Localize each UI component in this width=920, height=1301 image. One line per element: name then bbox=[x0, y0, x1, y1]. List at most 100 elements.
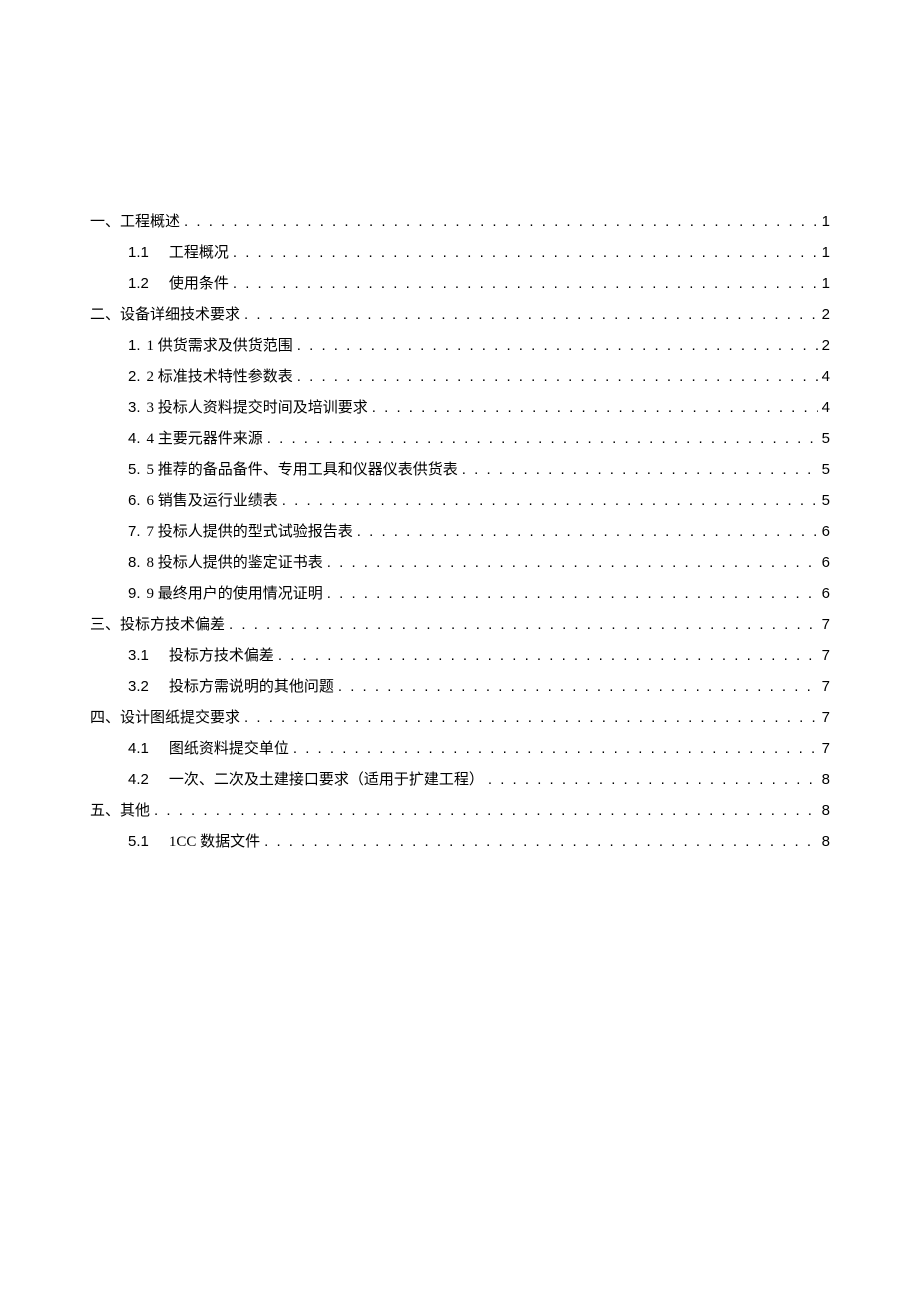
toc-entry-number: 9. bbox=[128, 585, 141, 602]
toc-page-number: 6 bbox=[822, 554, 830, 571]
toc-entry-title: 1CC 数据文件 bbox=[169, 830, 260, 851]
toc-entry-number: 4. bbox=[128, 430, 141, 447]
toc-entry: 二、设备详细技术要求. . . . . . . . . . . . . . . … bbox=[90, 303, 830, 324]
table-of-contents: 一、工程概述. . . . . . . . . . . . . . . . . … bbox=[90, 210, 830, 851]
toc-page-number: 1 bbox=[822, 213, 830, 230]
toc-entry: 四、设计图纸提交要求. . . . . . . . . . . . . . . … bbox=[90, 706, 830, 727]
toc-entry-number: 1.2 bbox=[128, 275, 149, 292]
toc-page-number: 4 bbox=[822, 399, 830, 416]
toc-page-number: 8 bbox=[822, 802, 830, 819]
toc-entry: 1.1 工程概况. . . . . . . . . . . . . . . . .… bbox=[128, 241, 830, 262]
toc-entry-title: 使用条件 bbox=[169, 272, 229, 293]
toc-entry-title: 2 标准技术特性参数表 bbox=[147, 365, 293, 386]
toc-entry-title: 8 投标人提供的鉴定证书表 bbox=[147, 551, 323, 572]
toc-leader-dots: . . . . . . . . . . . . . . . . . . . . … bbox=[233, 275, 818, 292]
toc-leader-dots: . . . . . . . . . . . . . . . . . . . . … bbox=[267, 430, 818, 447]
toc-entry-title: 9 最终用户的使用情况证明 bbox=[147, 582, 323, 603]
toc-page-number: 4 bbox=[822, 368, 830, 385]
toc-entry: 4. 4 主要元器件来源. . . . . . . . . . . . . . .… bbox=[128, 427, 830, 448]
toc-leader-dots: . . . . . . . . . . . . . . . . . . . . … bbox=[327, 554, 818, 571]
toc-page-number: 5 bbox=[822, 461, 830, 478]
toc-leader-dots: . . . . . . . . . . . . . . . . . . . . … bbox=[293, 740, 818, 757]
toc-leader-dots: . . . . . . . . . . . . . . . . . . . . … bbox=[244, 709, 818, 726]
toc-entry: 一、工程概述. . . . . . . . . . . . . . . . . … bbox=[90, 210, 830, 231]
toc-leader-dots: . . . . . . . . . . . . . . . . . . . . … bbox=[462, 461, 818, 478]
toc-entry: 3.1 投标方技术偏差. . . . . . . . . . . . . . . … bbox=[128, 644, 830, 665]
toc-entry-number: 3.1 bbox=[128, 647, 149, 664]
toc-entry-number: 5. bbox=[128, 461, 141, 478]
toc-entry: 5.1 1CC 数据文件. . . . . . . . . . . . . . .… bbox=[128, 830, 830, 851]
toc-section-prefix: 三、 bbox=[90, 613, 120, 634]
toc-entry-number: 1.1 bbox=[128, 244, 149, 261]
toc-page-number: 7 bbox=[822, 616, 830, 633]
toc-entry-title: 5 推荐的备品备件、专用工具和仪器仪表供货表 bbox=[147, 458, 458, 479]
toc-entry: 三、投标方技术偏差. . . . . . . . . . . . . . . .… bbox=[90, 613, 830, 634]
toc-entry-title: 设备详细技术要求 bbox=[120, 303, 240, 324]
toc-entry: 8.8 投标人提供的鉴定证书表. . . . . . . . . . . . .… bbox=[128, 551, 830, 572]
toc-entry: 6. 6 销售及运行业绩表. . . . . . . . . . . . . . … bbox=[128, 489, 830, 510]
toc-page-number: 8 bbox=[822, 771, 830, 788]
toc-page-number: 7 bbox=[822, 709, 830, 726]
toc-leader-dots: . . . . . . . . . . . . . . . . . . . . … bbox=[372, 399, 818, 416]
toc-entry-number: 3.2 bbox=[128, 678, 149, 695]
toc-entry-title: 投标方技术偏差 bbox=[120, 613, 225, 634]
toc-entry: 1. 1 供货需求及供货范围. . . . . . . . . . . . . .… bbox=[128, 334, 830, 355]
toc-entry-number: 7. bbox=[128, 523, 141, 540]
toc-entry-number: 2. bbox=[128, 368, 141, 385]
toc-page-number: 1 bbox=[822, 244, 830, 261]
toc-entry: 4.1 图纸资料提交单位. . . . . . . . . . . . . . .… bbox=[128, 737, 830, 758]
toc-entry-title: 1 供货需求及供货范围 bbox=[147, 334, 293, 355]
toc-entry-title: 工程概况 bbox=[169, 241, 229, 262]
toc-entry-number: 4.1 bbox=[128, 740, 149, 757]
toc-leader-dots: . . . . . . . . . . . . . . . . . . . . … bbox=[297, 337, 818, 354]
toc-entry-title: 投标方技术偏差 bbox=[169, 644, 274, 665]
toc-page-number: 6 bbox=[822, 585, 830, 602]
toc-leader-dots: . . . . . . . . . . . . . . . . . . . . … bbox=[327, 585, 818, 602]
toc-entry-number: 3. bbox=[128, 399, 141, 416]
toc-section-prefix: 五、 bbox=[90, 799, 120, 820]
toc-entry: 3.2 投标方需说明的其他问题. . . . . . . . . . . . . … bbox=[128, 675, 830, 696]
toc-page-number: 2 bbox=[822, 337, 830, 354]
toc-leader-dots: . . . . . . . . . . . . . . . . . . . . … bbox=[233, 244, 818, 261]
toc-entry-title: 图纸资料提交单位 bbox=[169, 737, 289, 758]
toc-section-prefix: 一、 bbox=[90, 210, 120, 231]
toc-entry: 4.2 一次、二次及土建接口要求（适用于扩建工程）. . . . . . . . … bbox=[128, 768, 830, 789]
toc-leader-dots: . . . . . . . . . . . . . . . . . . . . … bbox=[244, 306, 818, 323]
toc-entry-title: 投标方需说明的其他问题 bbox=[169, 675, 334, 696]
toc-leader-dots: . . . . . . . . . . . . . . . . . . . . … bbox=[184, 213, 818, 230]
toc-leader-dots: . . . . . . . . . . . . . . . . . . . . … bbox=[264, 833, 818, 850]
toc-leader-dots: . . . . . . . . . . . . . . . . . . . . … bbox=[338, 678, 818, 695]
toc-page-number: 2 bbox=[822, 306, 830, 323]
toc-leader-dots: . . . . . . . . . . . . . . . . . . . . … bbox=[229, 616, 818, 633]
toc-entry-title: 6 销售及运行业绩表 bbox=[147, 489, 278, 510]
toc-leader-dots: . . . . . . . . . . . . . . . . . . . . … bbox=[297, 368, 818, 385]
toc-page-number: 1 bbox=[822, 275, 830, 292]
toc-entry: 9. 9 最终用户的使用情况证明. . . . . . . . . . . . .… bbox=[128, 582, 830, 603]
toc-leader-dots: . . . . . . . . . . . . . . . . . . . . … bbox=[154, 802, 818, 819]
toc-leader-dots: . . . . . . . . . . . . . . . . . . . . … bbox=[488, 771, 818, 788]
toc-entry-number: 6. bbox=[128, 492, 141, 509]
toc-entry-title: 工程概述 bbox=[120, 210, 180, 231]
toc-entry-title: 4 主要元器件来源 bbox=[147, 427, 263, 448]
toc-entry: 2. 2 标准技术特性参数表. . . . . . . . . . . . . .… bbox=[128, 365, 830, 386]
toc-page-number: 5 bbox=[822, 492, 830, 509]
toc-section-prefix: 二、 bbox=[90, 303, 120, 324]
toc-page-number: 7 bbox=[822, 678, 830, 695]
toc-entry-title: 一次、二次及土建接口要求（适用于扩建工程） bbox=[169, 768, 484, 789]
toc-entry: 1.2 使用条件. . . . . . . . . . . . . . . . .… bbox=[128, 272, 830, 293]
toc-entry-title: 3 投标人资料提交时间及培训要求 bbox=[147, 396, 368, 417]
toc-entry-title: 设计图纸提交要求 bbox=[120, 706, 240, 727]
toc-section-prefix: 四、 bbox=[90, 706, 120, 727]
toc-page-number: 7 bbox=[822, 740, 830, 757]
toc-entry-title: 其他 bbox=[120, 799, 150, 820]
toc-leader-dots: . . . . . . . . . . . . . . . . . . . . … bbox=[282, 492, 818, 509]
toc-entry-number: 1. bbox=[128, 337, 141, 354]
toc-entry-title: 7 投标人提供的型式试验报告表 bbox=[147, 520, 353, 541]
toc-leader-dots: . . . . . . . . . . . . . . . . . . . . … bbox=[357, 523, 818, 540]
toc-leader-dots: . . . . . . . . . . . . . . . . . . . . … bbox=[278, 647, 818, 664]
toc-page-number: 7 bbox=[822, 647, 830, 664]
toc-page-number: 5 bbox=[822, 430, 830, 447]
toc-entry-number: 5.1 bbox=[128, 833, 149, 850]
toc-entry-number: 4.2 bbox=[128, 771, 149, 788]
toc-entry: 3. 3 投标人资料提交时间及培训要求. . . . . . . . . . . … bbox=[128, 396, 830, 417]
